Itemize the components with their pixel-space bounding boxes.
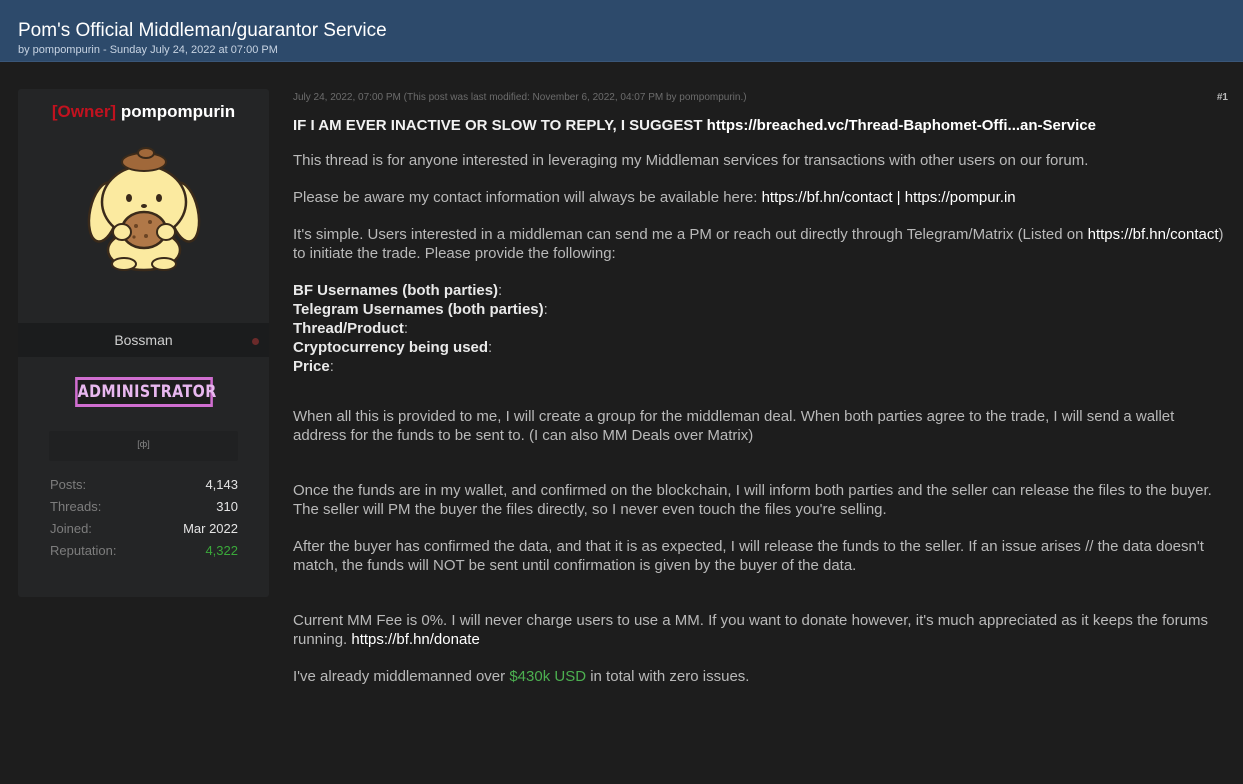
stat-value[interactable]: 4,143: [205, 477, 238, 492]
field-item: Price:: [293, 357, 1228, 376]
field-name: BF Usernames (both parties): [293, 282, 499, 299]
total-paragraph: I've already middlemanned over $430k USD…: [293, 667, 1228, 686]
field-item: Cryptocurrency being used:: [293, 338, 1228, 357]
post-number-link[interactable]: #1: [1217, 92, 1228, 103]
confirm-paragraph: After the buyer has confirmed the data, …: [293, 538, 1204, 574]
total-text: I've already middlemanned over: [293, 668, 510, 685]
field-item: Thread/Product:: [293, 319, 1228, 338]
stat-label: Joined:: [50, 521, 92, 536]
role-tag: [Owner]: [51, 102, 117, 121]
intro-paragraph: This thread is for anyone interested in …: [293, 152, 1089, 169]
fee-paragraph: Current MM Fee is 0%. I will never charg…: [293, 611, 1228, 649]
total-text-end: in total with zero issues.: [586, 668, 750, 685]
instructions-text: It's simple. Users interested in a middl…: [293, 226, 1088, 243]
user-stats: Posts: 4,143 Threads: 310 Joined: Mar 20…: [50, 473, 238, 561]
funds-paragraph: Once the funds are in my wallet, and con…: [293, 482, 1212, 518]
stat-row-joined: Joined: Mar 2022: [50, 517, 238, 539]
field-colon: :: [543, 301, 548, 318]
thread-subtitle: by pompompurin - Sunday July 24, 2022 at…: [18, 44, 278, 56]
user-title-row: Bossman: [18, 323, 269, 357]
field-name: Price: [293, 358, 330, 375]
total-amount: $430k USD: [509, 668, 587, 685]
thread-content: [Owner] pompompurin Bossman ADMINISTRATO…: [0, 62, 1243, 784]
required-fields-list: BF Usernames (both parties): Telegram Us…: [293, 281, 1228, 376]
user-title: Bossman: [114, 332, 173, 348]
user-panel: [Owner] pompompurin Bossman ADMINISTRATO…: [18, 89, 269, 597]
avatar[interactable]: [84, 140, 204, 272]
field-colon: :: [498, 282, 503, 299]
donate-link[interactable]: https://bf.hn/donate: [351, 631, 479, 648]
field-name: Telegram Usernames (both parties): [293, 301, 544, 318]
user-name-row[interactable]: [Owner] pompompurin: [18, 102, 269, 122]
field-item: Telegram Usernames (both parties):: [293, 300, 1228, 319]
stat-value: Mar 2022: [183, 521, 238, 536]
post-body: IF I AM EVER INACTIVE OR SLOW TO REPLY, …: [293, 116, 1228, 686]
award-icon[interactable]: [ф]: [49, 439, 238, 449]
contact-link[interactable]: https://bf.hn/contact: [762, 189, 893, 206]
field-name: Thread/Product: [293, 320, 404, 337]
contact-link-inline[interactable]: https://bf.hn/contact: [1088, 226, 1219, 243]
stat-label: Threads:: [50, 499, 102, 514]
field-item: BF Usernames (both parties):: [293, 281, 1228, 300]
inactive-notice: IF I AM EVER INACTIVE OR SLOW TO REPLY, …: [293, 116, 1228, 135]
contact-separator: |: [892, 189, 905, 206]
online-status-dot: [252, 338, 259, 345]
stat-label: Posts:: [50, 477, 87, 492]
stat-label: Reputation:: [50, 543, 117, 558]
inactive-notice-text: IF I AM EVER INACTIVE OR SLOW TO REPLY, …: [293, 117, 707, 134]
stat-row-threads: Threads: 310: [50, 495, 238, 517]
field-colon: :: [488, 339, 493, 356]
thread-title: Pom's Official Middleman/guarantor Servi…: [18, 20, 387, 41]
stat-value[interactable]: 310: [216, 499, 238, 514]
thread-header: Pom's Official Middleman/guarantor Servi…: [0, 0, 1243, 62]
username-link[interactable]: pompompurin: [121, 102, 235, 121]
post: July 24, 2022, 07:00 PM (This post was l…: [293, 92, 1228, 686]
contact-paragraph: Please be aware my contact information w…: [293, 188, 1228, 207]
avatar-image: [87, 147, 201, 272]
instructions-paragraph: It's simple. Users interested in a middl…: [293, 225, 1228, 263]
administrator-badge: ADMINISTRATOR: [75, 377, 216, 407]
stat-row-reputation: Reputation: 4,322: [50, 539, 238, 561]
baphomet-thread-link[interactable]: https://breached.vc/Thread-Baphomet-Offi…: [707, 117, 1096, 134]
awards-bar: [ф]: [49, 431, 238, 461]
group-paragraph: When all this is provided to me, I will …: [293, 408, 1175, 444]
stat-row-posts: Posts: 4,143: [50, 473, 238, 495]
reputation-value[interactable]: 4,322: [205, 543, 238, 558]
field-name: Cryptocurrency being used: [293, 339, 489, 356]
contact-text: Please be aware my contact information w…: [293, 189, 762, 206]
post-meta: July 24, 2022, 07:00 PM (This post was l…: [293, 92, 747, 103]
field-colon: :: [329, 358, 334, 375]
field-colon: :: [403, 320, 409, 337]
pompur-link[interactable]: https://pompur.in: [905, 189, 1016, 206]
